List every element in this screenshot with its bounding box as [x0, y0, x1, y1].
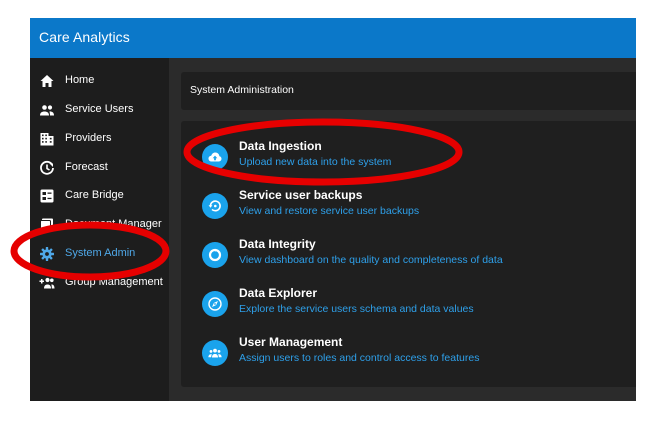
- compass-icon: [202, 291, 228, 317]
- people-icon: [39, 102, 55, 118]
- sidebar: Home Service Users Providers Forecast Ca: [30, 58, 169, 401]
- top-app-bar: Care Analytics: [30, 18, 636, 58]
- item-title: Service user backups: [239, 188, 363, 202]
- sidebar-item-document-manager[interactable]: Document Manager: [30, 211, 169, 239]
- gear-icon: [39, 246, 55, 262]
- sidebar-item-label: Service Users: [65, 103, 134, 115]
- item-title: Data Explorer: [239, 286, 318, 300]
- cloud-upload-icon: [202, 144, 228, 170]
- sidebar-item-label: Group Management: [65, 276, 163, 288]
- item-subtitle: Explore the service users schema and dat…: [239, 303, 474, 315]
- list-item-data-integrity[interactable]: Data Integrity View dashboard on the qua…: [181, 232, 636, 278]
- app-window: Care Analytics Home Service Users Provid…: [30, 18, 636, 401]
- sidebar-item-group-management[interactable]: Group Management: [30, 269, 169, 297]
- sidebar-item-care-bridge[interactable]: Care Bridge: [30, 182, 169, 210]
- integrity-icon: [202, 242, 228, 268]
- bridge-icon: [39, 188, 55, 204]
- sidebar-item-providers[interactable]: Providers: [30, 125, 169, 153]
- sidebar-item-forecast[interactable]: Forecast: [30, 154, 169, 182]
- item-subtitle: View dashboard on the quality and comple…: [239, 254, 503, 266]
- list-item-user-management[interactable]: User Management Assign users to roles an…: [181, 330, 636, 376]
- user-group-icon: [202, 340, 228, 366]
- item-subtitle: Upload new data into the system: [239, 156, 392, 168]
- building-icon: [39, 131, 55, 147]
- page-title: System Administration: [190, 84, 294, 96]
- main-content: System Administration Data Ingestion Upl…: [169, 58, 636, 401]
- sidebar-item-label: Providers: [65, 132, 112, 144]
- backup-restore-icon: [202, 193, 228, 219]
- forecast-icon: [39, 160, 55, 176]
- item-title: User Management: [239, 335, 343, 349]
- list-item-data-ingestion[interactable]: Data Ingestion Upload new data into the …: [181, 134, 636, 180]
- item-title: Data Integrity: [239, 237, 316, 251]
- sidebar-item-label: Document Manager: [65, 218, 162, 230]
- item-subtitle: View and restore service user backups: [239, 205, 420, 217]
- sidebar-item-system-admin[interactable]: System Admin: [30, 240, 169, 268]
- sidebar-item-label: Forecast: [65, 161, 108, 173]
- document-icon: [39, 217, 55, 233]
- page-header-card: System Administration: [181, 72, 636, 110]
- sidebar-item-label: Home: [65, 74, 95, 86]
- app-title: Care Analytics: [39, 29, 130, 45]
- home-icon: [39, 73, 55, 89]
- sidebar-item-home[interactable]: Home: [30, 67, 169, 95]
- item-title: Data Ingestion: [239, 139, 322, 153]
- list-item-service-user-backups[interactable]: Service user backups View and restore se…: [181, 183, 636, 229]
- sidebar-item-label: Care Bridge: [65, 189, 124, 201]
- sidebar-item-service-users[interactable]: Service Users: [30, 96, 169, 124]
- admin-options-list: Data Ingestion Upload new data into the …: [181, 121, 636, 387]
- item-subtitle: Assign users to roles and control access…: [239, 352, 480, 364]
- list-item-data-explorer[interactable]: Data Explorer Explore the service users …: [181, 281, 636, 327]
- sidebar-item-label: System Admin: [65, 247, 136, 259]
- group-add-icon: [39, 275, 55, 291]
